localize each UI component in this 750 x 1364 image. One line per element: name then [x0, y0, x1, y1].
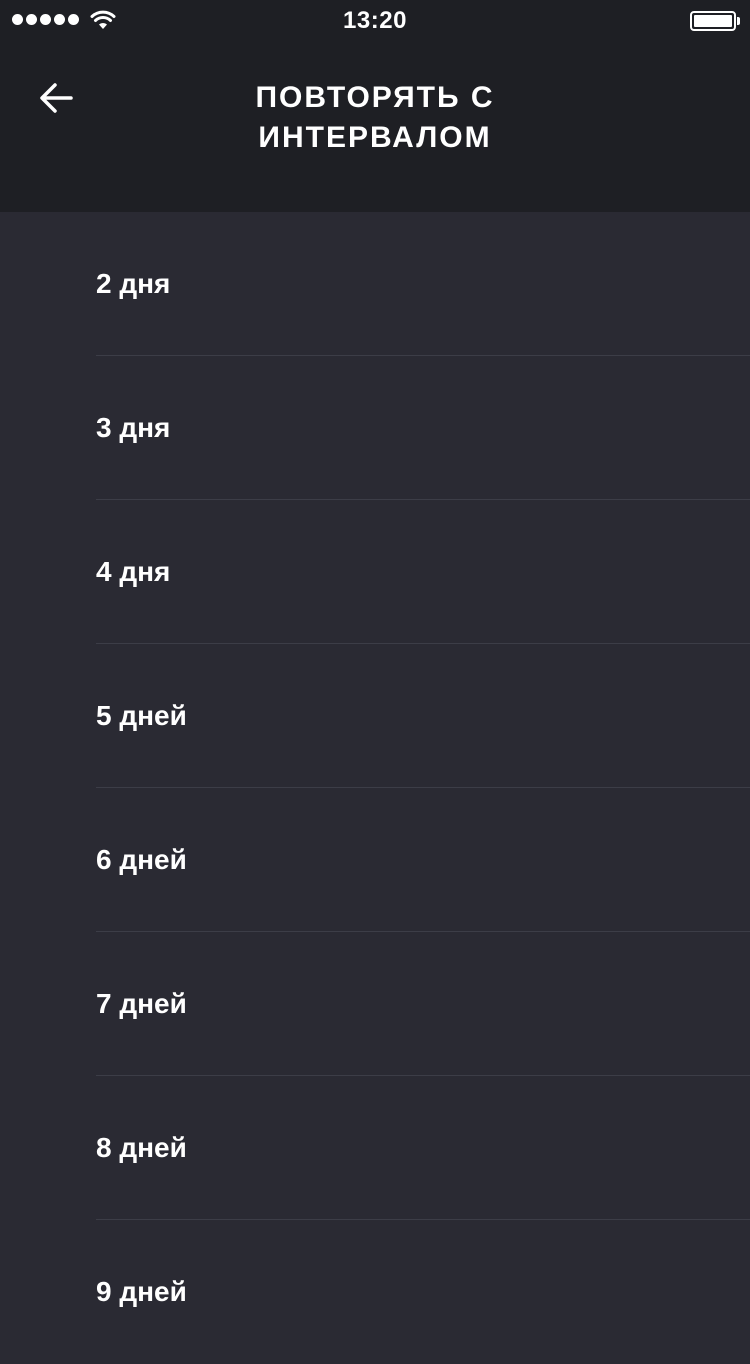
interval-label: 6 дней — [96, 844, 187, 875]
interval-option-9[interactable]: 9 дней — [0, 1220, 750, 1364]
interval-option-5[interactable]: 5 дней — [0, 644, 750, 788]
interval-option-3[interactable]: 3 дня — [0, 356, 750, 500]
status-bar: 13:20 — [0, 0, 750, 40]
interval-option-6[interactable]: 6 дней — [0, 788, 750, 932]
status-time: 13:20 — [343, 7, 407, 34]
interval-option-7[interactable]: 7 дней — [0, 932, 750, 1076]
interval-label: 8 дней — [96, 1132, 187, 1163]
nav-bar: ПОВТОРЯТЬ С ИНТЕРВАЛОМ — [0, 40, 750, 212]
interval-option-2[interactable]: 2 дня — [0, 212, 750, 356]
page-title: ПОВТОРЯТЬ С ИНТЕРВАЛОМ — [150, 78, 600, 158]
page-title-line2: ИНТЕРВАЛОМ — [258, 121, 492, 154]
battery-icon — [690, 11, 736, 31]
interval-option-8[interactable]: 8 дней — [0, 1076, 750, 1220]
interval-option-4[interactable]: 4 дня — [0, 500, 750, 644]
interval-label: 2 дня — [96, 268, 171, 299]
interval-label: 7 дней — [96, 988, 187, 1019]
interval-list: 2 дня 3 дня 4 дня 5 дней 6 дней 7 дней 8… — [0, 212, 750, 1364]
page-title-line1: ПОВТОРЯТЬ С — [255, 81, 495, 114]
interval-label: 4 дня — [96, 556, 171, 587]
interval-label: 9 дней — [96, 1276, 187, 1307]
arrow-left-icon — [40, 83, 73, 113]
interval-label: 3 дня — [96, 412, 171, 443]
back-button[interactable] — [26, 68, 86, 128]
battery-tip — [737, 17, 740, 25]
interval-label: 5 дней — [96, 700, 187, 731]
